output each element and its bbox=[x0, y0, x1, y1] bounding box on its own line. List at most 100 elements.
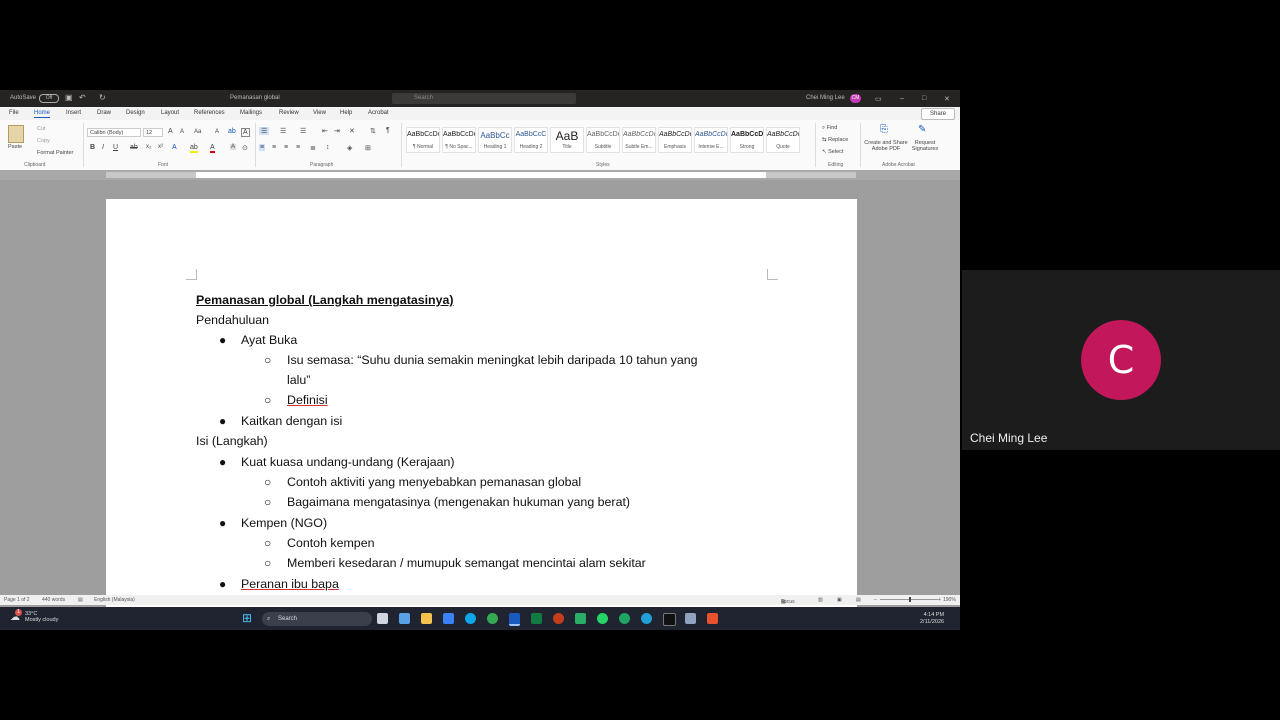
superscript-icon[interactable]: x² bbox=[158, 144, 163, 150]
minimize-icon[interactable]: – bbox=[900, 95, 904, 102]
participant-tile[interactable]: C Chei Ming Lee bbox=[962, 270, 1280, 450]
save-icon[interactable]: ▣ bbox=[65, 93, 73, 102]
align-left-icon[interactable]: ≡ bbox=[259, 144, 266, 151]
chrome-icon[interactable] bbox=[487, 613, 498, 624]
grow-font-icon[interactable]: A bbox=[168, 128, 173, 135]
style-strong[interactable]: AaBbCcDc Strong bbox=[730, 127, 764, 153]
task-view-icon[interactable] bbox=[377, 613, 388, 624]
style-subtitle[interactable]: AaBbCcDc Subtitle bbox=[586, 127, 620, 153]
copy-button[interactable]: Copy bbox=[37, 138, 50, 144]
underline-icon[interactable]: U bbox=[113, 144, 118, 151]
create-share-pdf-button[interactable]: Create and Share Adobe PDF bbox=[864, 140, 908, 152]
style-heading-2[interactable]: AaBbCcC Heading 2 bbox=[514, 127, 548, 153]
increase-indent-icon[interactable]: ⇥ bbox=[334, 127, 340, 135]
text-effects-icon[interactable]: ab bbox=[228, 128, 236, 135]
line-spacing-icon[interactable]: ↕ bbox=[326, 144, 330, 151]
tab-help[interactable]: Help bbox=[340, 110, 352, 116]
font-name-select[interactable]: Calibri (Body) bbox=[87, 128, 141, 137]
style-heading-1[interactable]: AaBbCc Heading 1 bbox=[478, 127, 512, 153]
pilcrow-icon[interactable]: ¶ bbox=[386, 127, 390, 134]
style-title[interactable]: AaB Title bbox=[550, 127, 584, 153]
char-border-icon[interactable]: A bbox=[241, 128, 250, 137]
tab-acrobat[interactable]: Acrobat bbox=[368, 110, 389, 116]
weather-widget[interactable]: 33°C Mostly cloudy bbox=[25, 611, 58, 623]
maximize-icon[interactable]: □ bbox=[922, 95, 926, 102]
app-icon[interactable] bbox=[619, 613, 630, 624]
numbering-icon[interactable]: ☰ bbox=[280, 127, 286, 135]
word-count[interactable]: 440 words bbox=[42, 597, 65, 603]
tab-view[interactable]: View bbox=[313, 110, 326, 116]
decrease-indent-icon[interactable]: ⇤ bbox=[322, 127, 328, 135]
terminal-icon[interactable] bbox=[663, 613, 676, 626]
wechat-icon[interactable] bbox=[575, 613, 586, 624]
shading-icon[interactable]: A bbox=[230, 144, 237, 150]
snipping-icon[interactable] bbox=[685, 613, 696, 624]
paste-icon[interactable] bbox=[8, 125, 24, 143]
page-count[interactable]: Page 1 of 2 bbox=[4, 597, 30, 603]
tab-references[interactable]: References bbox=[194, 110, 225, 116]
tab-insert[interactable]: Insert bbox=[66, 110, 81, 116]
shrink-font-icon[interactable]: A bbox=[180, 129, 184, 135]
replace-button[interactable]: ⇆ Replace bbox=[822, 137, 848, 143]
zoom-in-icon[interactable]: + bbox=[938, 597, 941, 603]
style-normal[interactable]: AaBbCcDc ¶ Normal bbox=[406, 127, 440, 153]
subscript-icon[interactable]: x₂ bbox=[146, 144, 151, 150]
style-no-spacing[interactable]: AaBbCcDc ¶ No Spac... bbox=[442, 127, 476, 153]
tab-design[interactable]: Design bbox=[126, 110, 145, 116]
horizontal-ruler[interactable] bbox=[0, 170, 960, 180]
clear-format-icon[interactable]: A bbox=[215, 129, 219, 135]
format-painter-button[interactable]: Format Painter bbox=[37, 150, 73, 156]
change-case-icon[interactable]: Aa bbox=[194, 129, 201, 135]
create-pdf-icon[interactable]: ⎘ bbox=[880, 124, 888, 135]
document-page[interactable]: Pemanasan global (Langkah mengatasinya) … bbox=[106, 199, 857, 630]
font-size-select[interactable]: 12 bbox=[143, 128, 163, 137]
powerpoint-icon[interactable] bbox=[553, 613, 564, 624]
proofing-icon[interactable]: ▤ bbox=[78, 597, 83, 603]
telegram-icon[interactable] bbox=[641, 613, 652, 624]
align-right-icon[interactable]: ≡ bbox=[284, 144, 288, 151]
tab-review[interactable]: Review bbox=[279, 110, 299, 116]
style-subtle-emphasis[interactable]: AaBbCcDc Subtle Em... bbox=[622, 127, 656, 153]
strikethrough-icon[interactable]: ab bbox=[130, 144, 138, 151]
widgets-icon[interactable] bbox=[399, 613, 410, 624]
font-color-icon[interactable]: A bbox=[210, 144, 215, 153]
print-layout-icon[interactable]: ▣ bbox=[837, 597, 842, 603]
file-explorer-icon[interactable] bbox=[421, 613, 432, 624]
highlight-icon[interactable]: ab bbox=[190, 144, 198, 153]
taskbar-search[interactable]: ⌕ Search bbox=[262, 612, 372, 626]
ribbon-display-icon[interactable]: ▭ bbox=[875, 95, 882, 103]
web-layout-icon[interactable]: ▤ bbox=[856, 597, 861, 603]
signature-icon[interactable]: ✎ bbox=[918, 124, 926, 135]
style-emphasis[interactable]: AaBbCcDc Emphasis bbox=[658, 127, 692, 153]
paste-label[interactable]: Paste bbox=[8, 144, 22, 150]
edge-icon[interactable] bbox=[465, 613, 476, 624]
store-icon[interactable] bbox=[443, 613, 454, 624]
text-effect-icon[interactable]: A bbox=[172, 144, 177, 151]
style-intense-emphasis[interactable]: AaBbCcDc Intense E... bbox=[694, 127, 728, 153]
find-button[interactable]: ⌕ Find bbox=[822, 125, 837, 132]
sort-icon[interactable]: ⇅ bbox=[370, 127, 376, 135]
tab-home[interactable]: Home bbox=[34, 110, 51, 118]
whatsapp-icon[interactable] bbox=[597, 613, 608, 624]
taskbar-clock[interactable]: 4:14 PM 2/11/2026 bbox=[920, 612, 944, 626]
tab-file[interactable]: File bbox=[9, 110, 19, 116]
style-quote[interactable]: AaBbCcDc Quote bbox=[766, 127, 800, 153]
share-button[interactable]: Share bbox=[921, 108, 955, 120]
windows-start-icon[interactable]: ⊞ bbox=[242, 611, 252, 625]
tab-draw[interactable]: Draw bbox=[97, 110, 111, 116]
tab-layout[interactable]: Layout bbox=[161, 110, 179, 116]
justify-icon[interactable]: ≡ bbox=[296, 144, 300, 151]
multilevel-list-icon[interactable]: ☰ bbox=[300, 127, 306, 135]
app-icon[interactable] bbox=[707, 613, 718, 624]
search-box[interactable]: Search bbox=[392, 93, 576, 104]
zoom-level[interactable]: 190% bbox=[943, 597, 956, 603]
zoom-slider-handle[interactable] bbox=[909, 597, 911, 602]
bullets-icon[interactable]: ☰ bbox=[259, 127, 270, 135]
distributed-icon[interactable]: ≣ bbox=[310, 144, 316, 152]
autosave-toggle[interactable]: Off bbox=[39, 94, 59, 103]
bold-icon[interactable]: B bbox=[90, 144, 95, 151]
excel-icon[interactable] bbox=[531, 613, 542, 624]
asian-layout-icon[interactable]: ✕ bbox=[349, 127, 355, 135]
tab-mailings[interactable]: Mailings bbox=[240, 110, 262, 116]
word-app-icon[interactable] bbox=[509, 613, 520, 626]
